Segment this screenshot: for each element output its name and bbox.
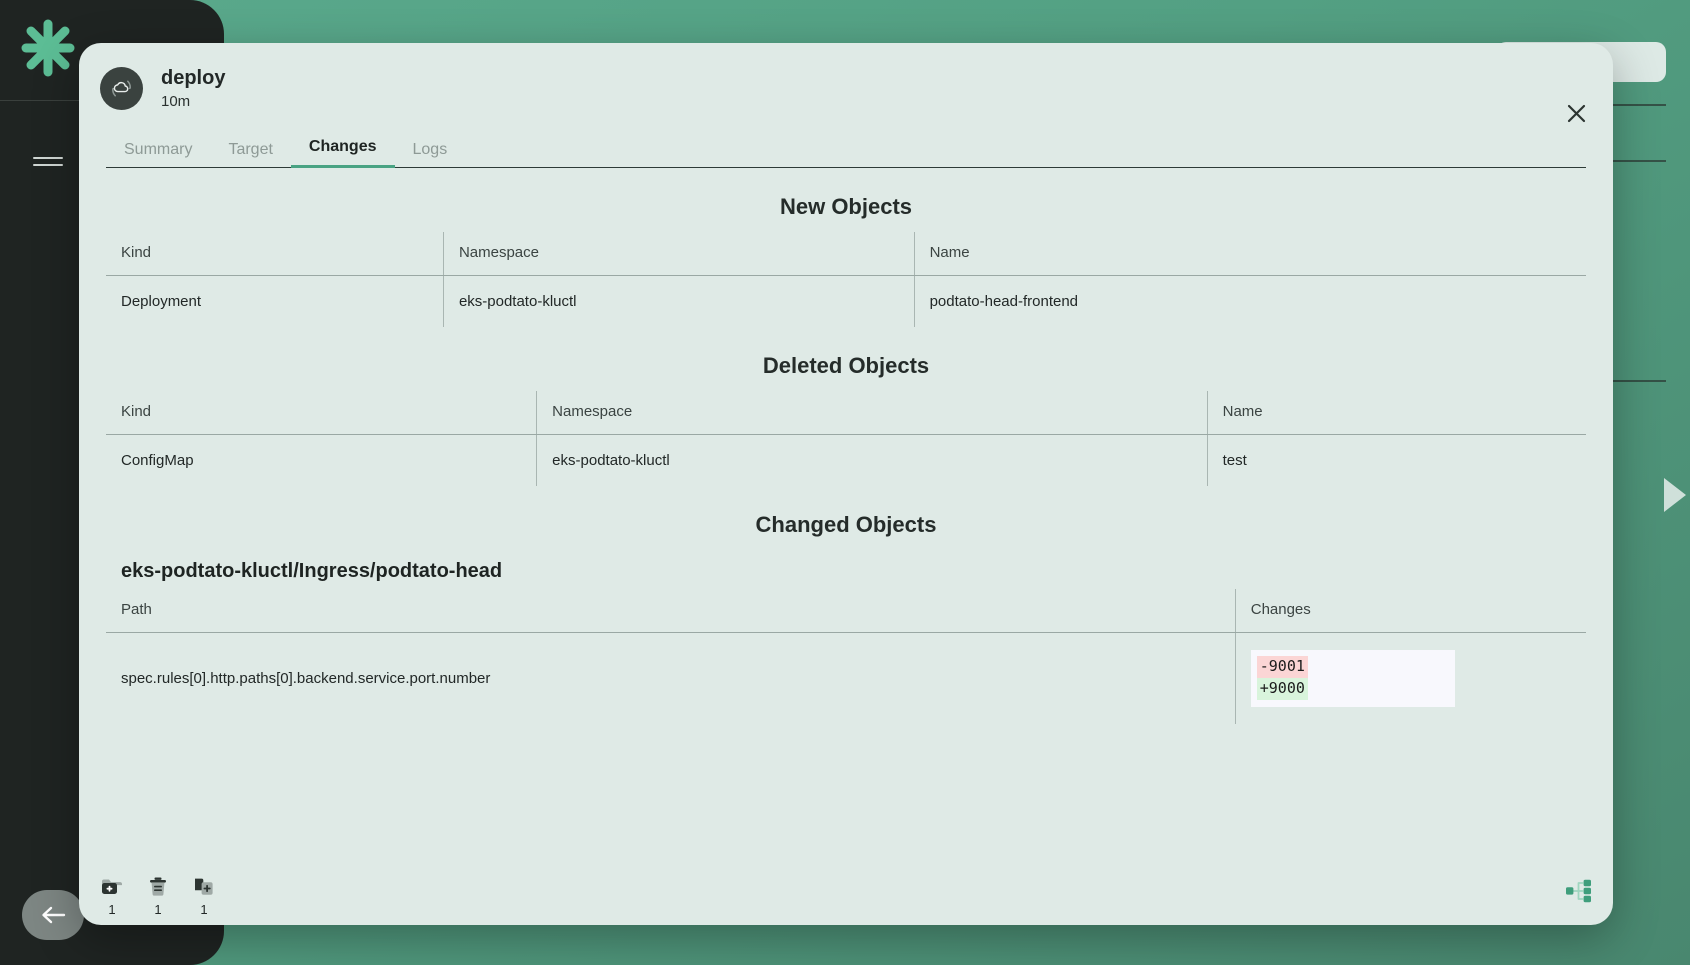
diff-removed-line: -9001 [1257,656,1308,678]
changed-object-heading: eks-podtato-kluctl/Ingress/podtato-head [121,560,1586,583]
stat-new-objects[interactable]: 1 [93,873,131,917]
diff-added-line: +9000 [1257,678,1308,700]
tree-hierarchy-icon[interactable] [1565,878,1593,909]
tab-bar: Summary Target Changes Logs [106,132,1586,168]
column-header-namespace: Namespace [443,232,914,276]
tab-logs[interactable]: Logs [395,142,466,168]
diff-block: -9001 +9000 [1251,650,1455,707]
table-header-row: Path Changes [106,589,1586,633]
close-icon[interactable] [1561,98,1591,128]
column-header-path: Path [106,589,1235,633]
changed-objects-title: Changed Objects [106,512,1586,538]
stat-count: 1 [185,902,223,917]
new-objects-title: New Objects [106,194,1586,220]
cell-path: spec.rules[0].http.paths[0].backend.serv… [106,633,1235,724]
stat-deleted-objects[interactable]: 1 [139,873,177,917]
page-title: deploy [161,67,225,90]
hamburger-menu-icon[interactable] [33,150,63,172]
column-header-name: Name [914,232,1586,276]
cell-changes: -9001 +9000 [1235,633,1586,724]
column-header-changes: Changes [1235,589,1586,633]
trash-icon [139,873,177,899]
table-row[interactable]: ConfigMap eks-podtato-kluctl test [106,435,1586,487]
changes-panel: New Objects Kind Namespace Name Deployme… [79,194,1613,894]
stat-count: 1 [93,902,131,917]
table-header-row: Kind Namespace Name [106,391,1586,435]
cloud-deploy-icon [100,67,143,110]
arrow-left-icon[interactable] [22,890,84,940]
cell-kind: ConfigMap [106,435,537,487]
table-row[interactable]: spec.rules[0].http.paths[0].backend.serv… [106,633,1586,724]
tab-changes[interactable]: Changes [291,139,395,168]
stat-changed-objects[interactable]: 1 [185,873,223,917]
copy-plus-icon [185,873,223,899]
stat-count: 1 [139,902,177,917]
column-header-name: Name [1207,391,1586,435]
cell-namespace: eks-podtato-kluctl [443,276,914,328]
new-objects-table: Kind Namespace Name Deployment eks-podta… [106,232,1586,327]
deploy-details-modal: deploy 10m Summary Target Changes Logs N… [79,43,1613,925]
changed-objects-table: Path Changes spec.rules[0].http.paths[0]… [106,589,1586,724]
deleted-objects-title: Deleted Objects [106,353,1586,379]
column-header-kind: Kind [106,232,443,276]
cell-name: podtato-head-frontend [914,276,1586,328]
folder-plus-icon [93,873,131,899]
tab-summary[interactable]: Summary [106,142,210,168]
table-header-row: Kind Namespace Name [106,232,1586,276]
column-header-namespace: Namespace [537,391,1207,435]
tab-target[interactable]: Target [210,142,290,168]
modal-footer: 1 1 [79,855,1613,925]
column-header-kind: Kind [106,391,537,435]
deploy-duration: 10m [161,93,225,110]
cell-namespace: eks-podtato-kluctl [537,435,1207,487]
change-stats: 1 1 [93,873,223,917]
deleted-objects-table: Kind Namespace Name ConfigMap eks-podtat… [106,391,1586,486]
modal-header: deploy 10m [79,43,1613,110]
kluctl-asterisk-logo[interactable] [14,14,82,82]
cell-name: test [1207,435,1586,487]
cell-kind: Deployment [106,276,443,328]
table-row[interactable]: Deployment eks-podtato-kluctl podtato-he… [106,276,1586,328]
play-triangle-icon[interactable] [1664,478,1686,512]
